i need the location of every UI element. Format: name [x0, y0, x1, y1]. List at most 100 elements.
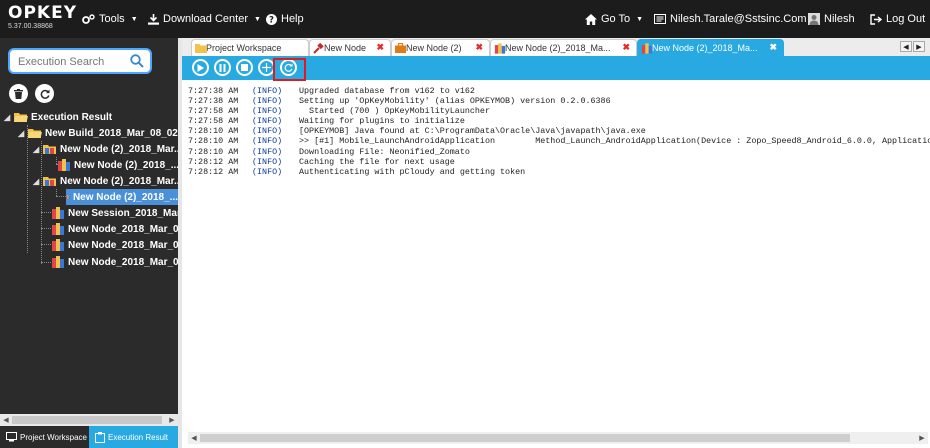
log-out-label: Log Out — [886, 13, 926, 25]
tab-label: New Node (2) — [406, 43, 462, 53]
chevron-down-icon: ▼ — [254, 15, 261, 23]
trash-icon — [14, 88, 23, 99]
log-level: (INFO) — [252, 106, 283, 117]
log-level: (INFO) — [252, 166, 283, 177]
log-out-button[interactable]: Log Out — [870, 0, 925, 38]
user-menu[interactable]: Nilesh — [808, 0, 855, 38]
go-to-menu[interactable]: Go To ▼ — [585, 0, 643, 38]
delete-button[interactable] — [9, 84, 28, 103]
log-level: (INFO) — [252, 86, 283, 96]
close-icon[interactable]: ✖ — [622, 42, 630, 53]
collapse-toggle[interactable]: ◢ — [4, 113, 14, 122]
execution-search-input[interactable] — [18, 54, 128, 70]
id-card-icon — [654, 14, 666, 24]
app-version: 5.37.00.38868 — [8, 23, 53, 30]
log-level: (INFO) — [252, 96, 283, 107]
log-row: 7:27:58 AM (INFO) Started (700 ) OpKeyMob… — [188, 106, 928, 116]
log-time: 7:28:12 AM — [188, 156, 239, 167]
stop-button[interactable] — [236, 59, 253, 76]
tab-new-node-2-run-1[interactable]: New Node (2)_2018_Ma... ✖ — [490, 39, 637, 56]
scroll-left-arrow[interactable]: ◀ — [0, 414, 12, 426]
folder-icon — [195, 44, 207, 53]
scroll-left-arrow[interactable]: ◀ — [188, 432, 200, 444]
stop-icon — [241, 64, 248, 71]
play-button[interactable] — [192, 59, 209, 76]
log-row: 7:28:10 AM (INFO) [OPKEYMOB] Java found at… — [188, 126, 928, 136]
tab-label: Project Workspace — [206, 43, 282, 53]
tree-node-suite-2[interactable]: ◢ New Node (2)_2018_Mar... — [33, 173, 182, 189]
email-label: Nilesh.Tarale@Sstsinc.Com — [670, 13, 807, 25]
download-center-label: Download Center — [163, 13, 248, 25]
step-icon — [262, 63, 271, 72]
help-menu[interactable]: ? Help — [266, 0, 304, 38]
tree-node-label: New Build_2018_Mar_08_02... — [45, 127, 187, 139]
tree-node-case-2-selected[interactable]: New Node (2)_2018_... — [66, 189, 178, 205]
home-icon — [585, 13, 597, 25]
log-level: (INFO) — [252, 156, 283, 167]
tree-horizontal-scrollbar[interactable]: ◀ ▶ — [0, 414, 178, 426]
execution-search-box — [8, 48, 152, 74]
tree-node-execution-result[interactable]: ◢ Execution Result — [4, 109, 112, 125]
tree-node-label: New Node_2018_Mar_0... — [68, 223, 187, 235]
close-icon[interactable]: ✖ — [376, 42, 384, 53]
log-level: (INFO) — [252, 126, 283, 137]
scrollbar-thumb[interactable] — [12, 416, 162, 424]
download-icon — [148, 13, 159, 25]
download-center-menu[interactable]: Download Center ▼ — [148, 0, 261, 38]
workspace-icon — [6, 432, 17, 442]
refresh-icon — [40, 89, 50, 99]
collapse-toggle[interactable]: ◢ — [33, 145, 43, 154]
log-message: Setting up 'OpKeyMobility' (alias OPKEYM… — [299, 96, 611, 107]
app-window: OPKEY 5.37.00.38868 Tools ▼ Download Cen… — [0, 0, 930, 448]
log-time: 7:27:38 AM — [188, 86, 239, 96]
close-icon[interactable]: ✖ — [769, 42, 777, 53]
editor-tabs: Project Workspace New Node ✖ New Node (2… — [182, 38, 930, 56]
tree-node-session[interactable]: New Session_2018_Mar... — [51, 205, 189, 221]
tree-node-node-3[interactable]: New Node_2018_Mar_0... — [51, 254, 187, 270]
tree-node-build[interactable]: ◢ New Build_2018_Mar_08_02... — [18, 125, 186, 141]
tree-node-label: New Node_2018_Mar_0... — [68, 256, 187, 268]
briefcase-icon — [395, 43, 406, 53]
tree-node-label: New Node (2)_2018_... — [72, 191, 178, 203]
tab-execution-result[interactable]: Execution Result — [89, 426, 178, 448]
panel-splitter[interactable] — [178, 38, 182, 448]
tab-new-node[interactable]: New Node ✖ — [309, 39, 391, 56]
help-label: Help — [281, 13, 304, 25]
account-email[interactable]: Nilesh.Tarale@Sstsinc.Com — [654, 0, 807, 38]
avatar — [808, 13, 820, 25]
log-message: Upgraded database from v162 to v162 — [299, 86, 475, 96]
close-icon[interactable]: ✖ — [475, 42, 483, 53]
tree-node-case-1[interactable]: New Node (2)_2018_... — [57, 157, 179, 173]
collapse-toggle[interactable]: ◢ — [33, 177, 43, 186]
tree-node-node-2[interactable]: New Node_2018_Mar_0... — [51, 237, 187, 253]
pause-button[interactable] — [214, 59, 231, 76]
tab-project-workspace[interactable]: Project Workspace — [191, 39, 309, 56]
clipboard-icon — [95, 431, 105, 443]
log-time: 7:27:58 AM — [188, 106, 239, 117]
tab-new-node-2[interactable]: New Node (2) ✖ — [391, 39, 490, 56]
tree-node-suite-1[interactable]: ◢ New Node (2)_2018_Mar... — [33, 141, 182, 157]
tabs-scroll-left[interactable]: ◀ — [900, 41, 912, 52]
tab-project-workspace[interactable]: Project Workspace — [0, 426, 89, 448]
scrollbar-thumb[interactable] — [200, 434, 850, 442]
collapse-toggle[interactable]: ◢ — [18, 129, 28, 138]
tab-new-node-2-run-2-active[interactable]: New Node (2)_2018_Ma... ✖ — [637, 39, 784, 56]
logo[interactable]: OPKEY 5.37.00.38868 — [8, 5, 77, 31]
top-bar: OPKEY 5.37.00.38868 Tools ▼ Download Cen… — [0, 0, 930, 38]
refresh-button[interactable] — [35, 84, 54, 103]
log-horizontal-scrollbar[interactable]: ◀ ▶ — [188, 432, 928, 444]
tree-node-node-1[interactable]: New Node_2018_Mar_0... — [51, 221, 187, 237]
log-level: (INFO) — [252, 136, 283, 147]
tab-label: New Node — [324, 43, 367, 53]
tools-menu[interactable]: Tools ▼ — [82, 0, 138, 38]
log-row: 7:28:12 AM (INFO) Caching the file for nex… — [188, 157, 928, 167]
scroll-right-arrow[interactable]: ▶ — [916, 432, 928, 444]
tabs-scroll-right[interactable]: ▶ — [913, 41, 925, 52]
log-message: [OPKEYMOB] Java found at C:\ProgramData\… — [299, 126, 646, 137]
scroll-right-arrow[interactable]: ▶ — [166, 414, 178, 426]
tab-label: Project Workspace — [20, 432, 87, 442]
folder-open-icon — [14, 113, 28, 122]
search-icon[interactable] — [130, 54, 144, 68]
execution-panel: ◢ Execution Result ◢ New Build_2018_Mar_… — [0, 38, 189, 448]
test-case-icon — [58, 159, 70, 171]
